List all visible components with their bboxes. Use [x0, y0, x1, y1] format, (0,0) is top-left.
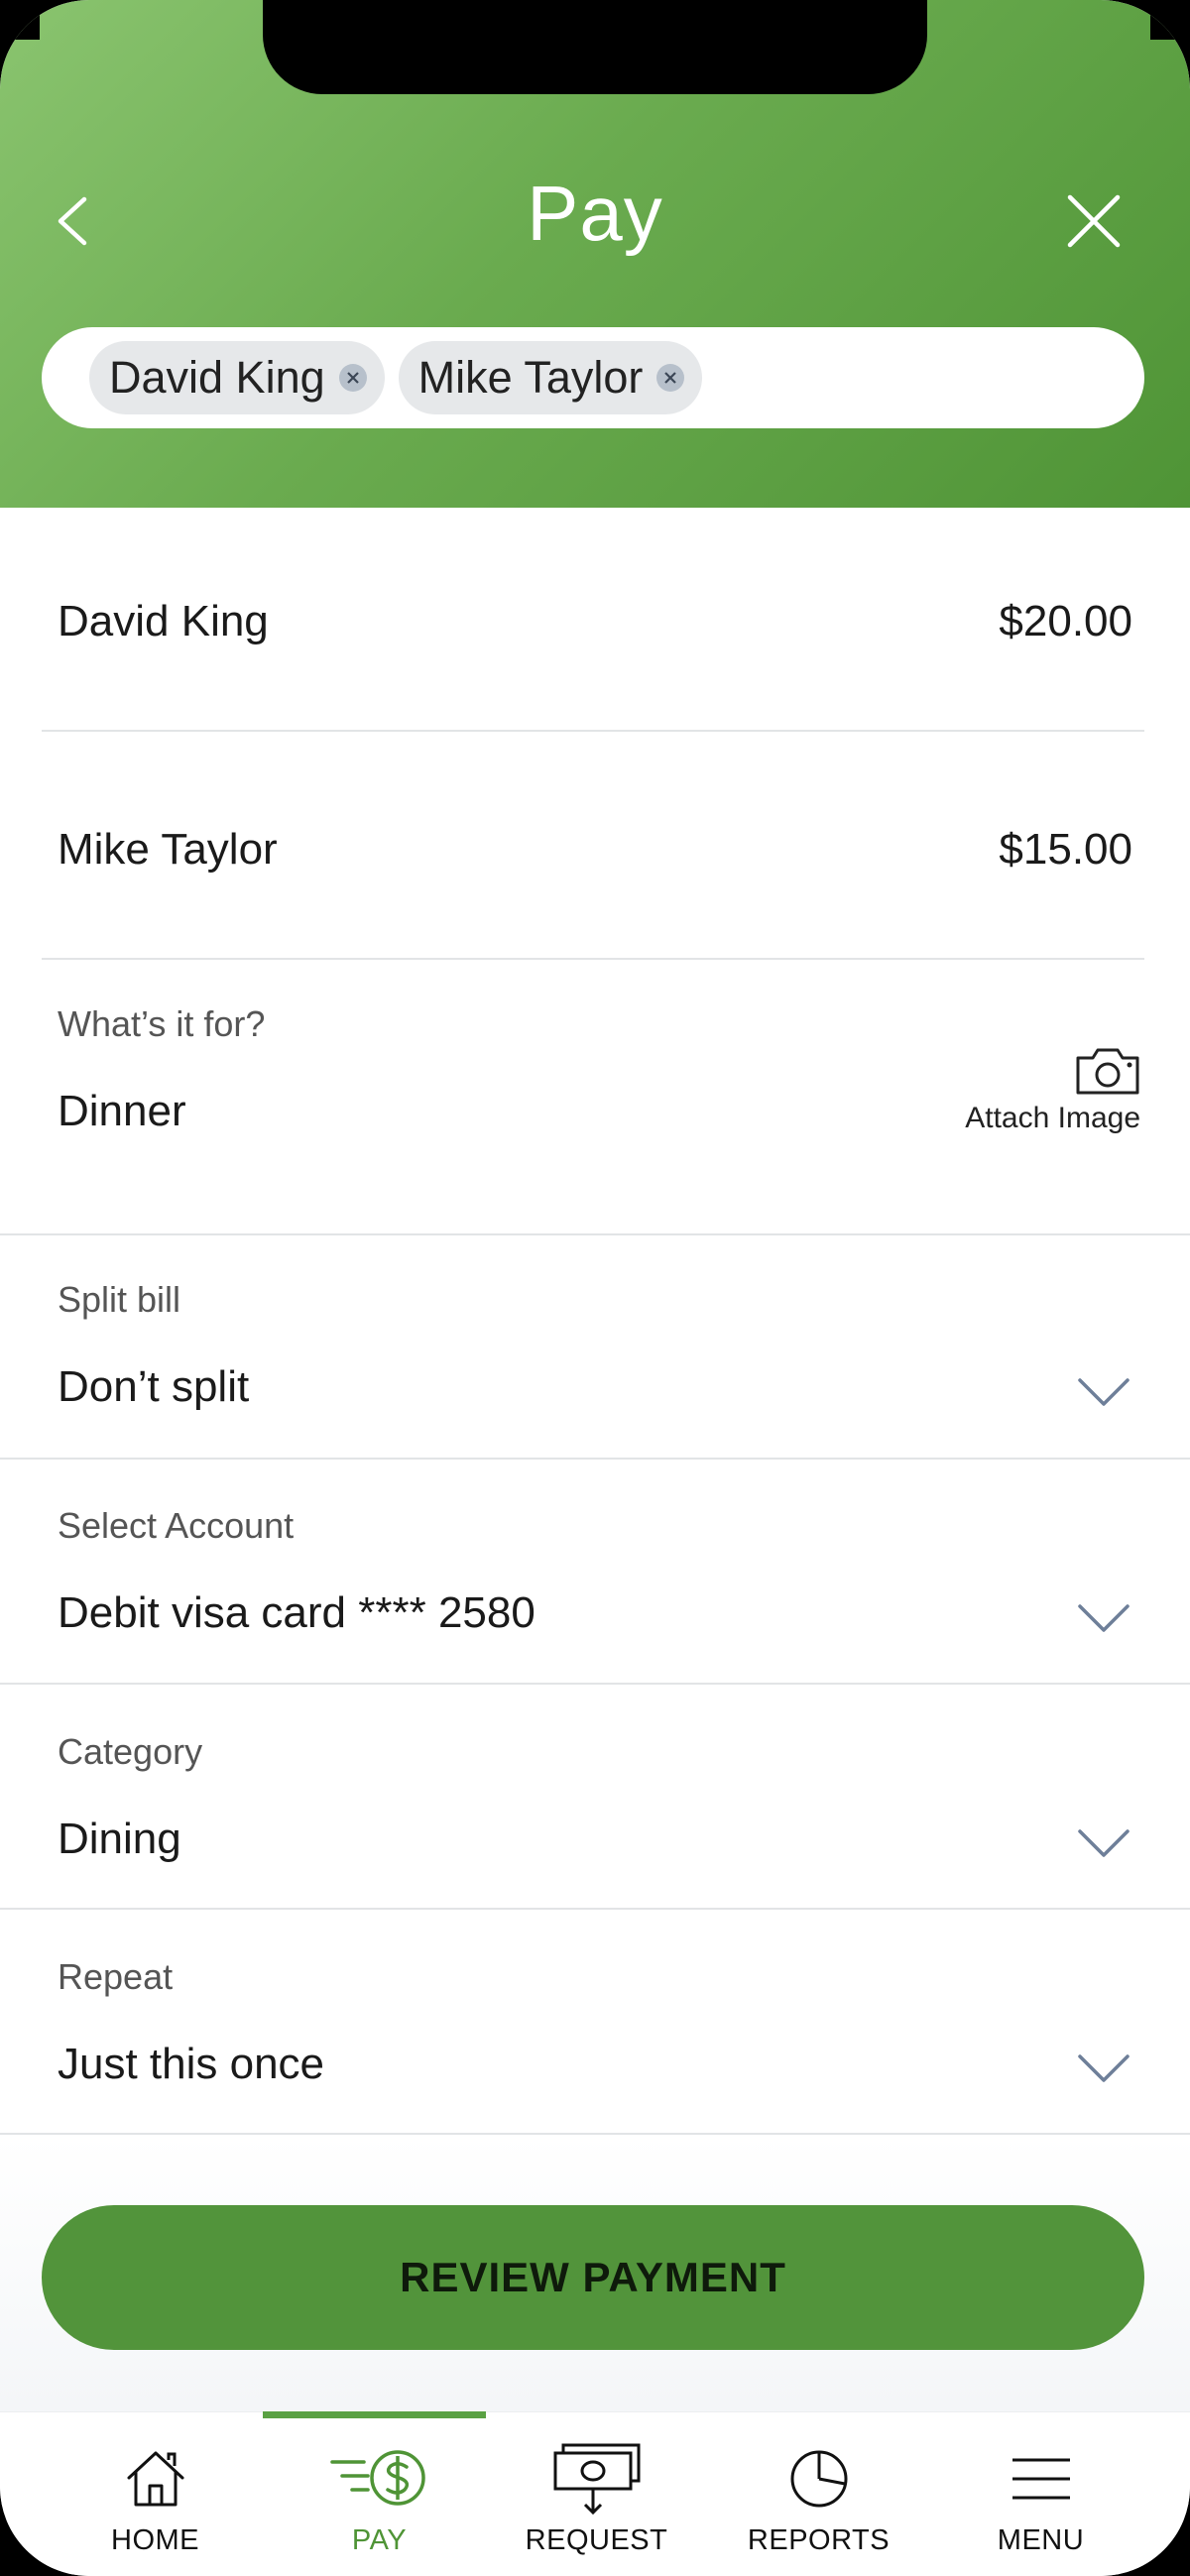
- tab-pay[interactable]: PAY: [268, 2439, 491, 2568]
- pay-icon: [329, 2450, 425, 2506]
- payee-row[interactable]: David King $20.00: [0, 585, 1190, 658]
- recipient-chip[interactable]: David King: [89, 341, 385, 414]
- attach-image-label: Attach Image: [965, 1102, 1140, 1134]
- repeat-label: Repeat: [58, 1956, 174, 1997]
- account-label: Select Account: [58, 1505, 295, 1546]
- chevron-down-icon[interactable]: [1077, 1602, 1130, 1636]
- chevron-down-icon[interactable]: [1077, 2052, 1130, 2086]
- device-notch: [263, 0, 927, 94]
- payee-name: David King: [58, 597, 269, 645]
- app-screen: Pay David King Mike Taylor David King $2…: [0, 0, 1190, 2576]
- attach-image-button[interactable]: Attach Image: [942, 1046, 1140, 1145]
- remove-chip-button[interactable]: [656, 364, 685, 392]
- active-tab-indicator: [263, 2411, 486, 2418]
- divider: [0, 1458, 1190, 1460]
- divider: [0, 1233, 1190, 1235]
- split-bill-label: Split bill: [58, 1279, 181, 1320]
- purpose-label: What’s it for?: [58, 1003, 266, 1044]
- divider: [0, 2133, 1190, 2135]
- divider: [42, 730, 1144, 732]
- payee-amount[interactable]: $15.00: [999, 825, 1132, 875]
- payee-amount[interactable]: $20.00: [999, 597, 1132, 646]
- tab-reports[interactable]: REPORTS: [707, 2439, 930, 2568]
- tab-label: REPORTS: [747, 2524, 891, 2556]
- tab-menu[interactable]: MENU: [929, 2439, 1152, 2568]
- recipient-input[interactable]: David King Mike Taylor: [42, 327, 1144, 428]
- tab-label: PAY: [351, 2524, 408, 2556]
- tab-request[interactable]: REQUEST: [485, 2439, 708, 2568]
- repeat-select[interactable]: Just this once: [58, 2040, 324, 2089]
- close-button[interactable]: [1049, 176, 1138, 266]
- menu-icon: [1012, 2458, 1070, 2500]
- page-title: Pay: [527, 170, 663, 257]
- tab-label: REQUEST: [525, 2524, 668, 2556]
- camera-icon: [1076, 1048, 1139, 1095]
- review-payment-button[interactable]: REVIEW PAYMENT: [42, 2205, 1144, 2350]
- payee-row[interactable]: Mike Taylor $15.00: [0, 813, 1190, 886]
- close-icon: [664, 372, 677, 384]
- divider: [0, 1908, 1190, 1910]
- chevron-down-icon[interactable]: [1077, 1376, 1130, 1410]
- tab-label: HOME: [111, 2524, 199, 2556]
- recipient-chip[interactable]: Mike Taylor: [398, 341, 703, 414]
- payee-name: Mike Taylor: [58, 825, 278, 874]
- recipient-chip-label: David King: [109, 352, 325, 403]
- close-icon: [1067, 194, 1121, 248]
- recipient-chip-label: Mike Taylor: [417, 352, 644, 403]
- category-label: Category: [58, 1731, 203, 1772]
- purpose-input[interactable]: Dinner: [58, 1087, 186, 1136]
- header: Pay David King Mike Taylor: [0, 0, 1190, 508]
- close-icon: [346, 372, 359, 384]
- tab-home[interactable]: HOME: [44, 2439, 267, 2568]
- tab-label: MENU: [997, 2524, 1085, 2556]
- home-icon: [127, 2451, 183, 2507]
- divider: [0, 1683, 1190, 1685]
- category-select[interactable]: Dining: [58, 1815, 181, 1864]
- account-select[interactable]: Debit visa card **** 2580: [58, 1588, 536, 1638]
- request-icon: [553, 2443, 640, 2516]
- divider: [42, 958, 1144, 960]
- split-bill-select[interactable]: Don’t split: [58, 1362, 249, 1412]
- remove-chip-button[interactable]: [338, 364, 367, 392]
- reports-icon: [790, 2450, 847, 2508]
- chevron-down-icon[interactable]: [1077, 1827, 1130, 1861]
